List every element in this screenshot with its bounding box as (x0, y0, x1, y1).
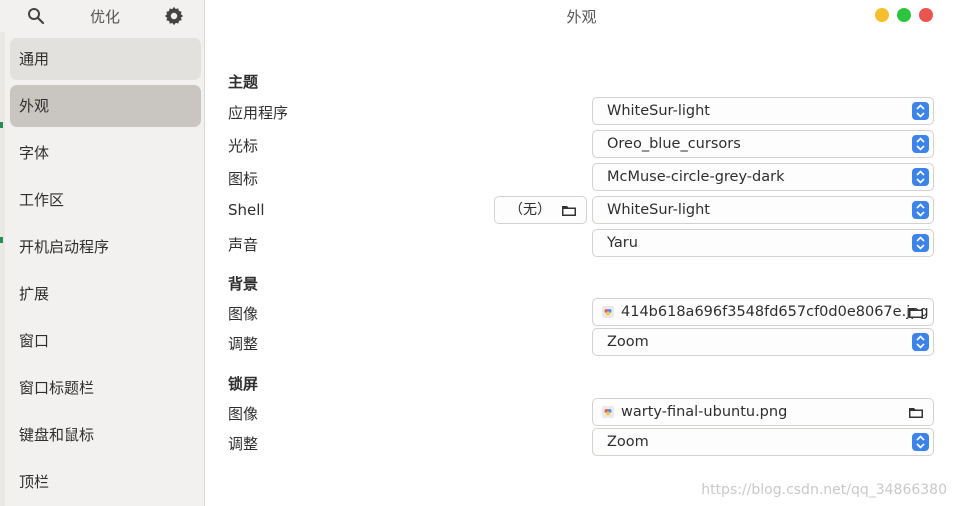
sidebar-item-startup-apps[interactable]: 开机启动程序 (10, 226, 201, 268)
up-down-arrows-icon (912, 168, 929, 186)
up-down-arrows-icon (912, 333, 929, 351)
section-heading-lockscreen: 锁屏 (228, 375, 259, 393)
up-down-arrows-icon (912, 234, 929, 252)
sidebar-item-fonts[interactable]: 字体 (10, 132, 201, 174)
sidebar-item-label: 工作区 (19, 191, 65, 209)
close-button[interactable] (919, 8, 933, 22)
shell-combo[interactable]: WhiteSur-light (592, 196, 934, 224)
background-adjust-combo[interactable]: Zoom (592, 328, 934, 356)
up-down-arrows-icon (912, 135, 929, 153)
background-image-label: 图像 (228, 305, 259, 323)
combo-value: WhiteSur-light (607, 202, 710, 218)
sidebar-item-extensions[interactable]: 扩展 (10, 273, 201, 315)
sidebar-item-workspaces[interactable]: 工作区 (10, 179, 201, 221)
lockscreen-adjust-combo[interactable]: Zoom (592, 428, 934, 456)
sidebar-item-top-bar[interactable]: 顶栏 (10, 461, 201, 503)
sidebar-item-windows[interactable]: 窗口 (10, 320, 201, 362)
section-heading-background: 背景 (228, 275, 259, 293)
applications-label: 应用程序 (228, 104, 289, 122)
sidebar: 优化 通用 外观 字体 工作区 开机启动程序 扩展 窗口 窗口标题栏 键盘和鼠标… (0, 0, 205, 506)
sidebar-item-window-titlebars[interactable]: 窗口标题栏 (10, 367, 201, 409)
icons-label: 图标 (228, 170, 259, 188)
up-down-arrows-icon (912, 201, 929, 219)
lockscreen-adjust-label: 调整 (228, 435, 259, 453)
applications-combo[interactable]: WhiteSur-light (592, 97, 934, 125)
sidebar-title: 优化 (89, 8, 120, 26)
sidebar-item-label: 字体 (19, 144, 50, 162)
section-heading-theme: 主题 (228, 73, 259, 91)
lockscreen-image-chooser[interactable]: warty-final-ubuntu.png (592, 398, 934, 426)
background-image-chooser[interactable]: 414b618a696f3548fd657cf0d0e8067e.jpg (592, 298, 934, 326)
combo-value: Zoom (607, 334, 649, 350)
sound-combo[interactable]: Yaru (592, 229, 934, 257)
combo-value: Zoom (607, 434, 649, 450)
sidebar-item-label: 开机启动程序 (19, 238, 110, 256)
image-file-icon (602, 406, 614, 418)
shell-none-text: （无） (509, 202, 551, 218)
up-down-arrows-icon (912, 102, 929, 120)
lockscreen-image-label: 图像 (228, 405, 259, 423)
combo-value: Oreo_blue_cursors (607, 136, 741, 152)
sidebar-item-label: 窗口标题栏 (19, 379, 95, 397)
file-name: warty-final-ubuntu.png (621, 404, 788, 420)
sidebar-item-keyboard-mouse[interactable]: 键盘和鼠标 (10, 414, 201, 456)
up-down-arrows-icon (912, 433, 929, 451)
file-name: 414b618a696f3548fd657cf0d0e8067e.jpg (621, 304, 929, 320)
gear-icon[interactable] (163, 5, 185, 27)
icons-combo[interactable]: McMuse-circle-grey-dark (592, 163, 934, 191)
sidebar-header: 优化 (0, 0, 205, 32)
watermark: https://blog.csdn.net/qq_34866380 (701, 482, 947, 498)
maximize-button[interactable] (897, 8, 911, 22)
folder-icon (562, 206, 576, 216)
combo-value: Yaru (607, 235, 638, 251)
combo-value: McMuse-circle-grey-dark (607, 169, 785, 185)
shell-label: Shell (228, 201, 265, 219)
image-file-icon (602, 306, 614, 318)
sidebar-item-appearance[interactable]: 外观 (10, 85, 201, 127)
sidebar-item-label: 键盘和鼠标 (19, 426, 95, 444)
folder-icon (909, 308, 923, 318)
cursor-label: 光标 (228, 137, 259, 155)
sidebar-item-label: 外观 (19, 97, 50, 115)
sidebar-item-label: 扩展 (19, 285, 50, 303)
sidebar-item-general[interactable]: 通用 (10, 38, 201, 80)
minimize-button[interactable] (875, 8, 889, 22)
sidebar-item-label: 窗口 (19, 332, 50, 350)
cursor-combo[interactable]: Oreo_blue_cursors (592, 130, 934, 158)
page-title: 外观 (566, 8, 597, 26)
search-icon[interactable] (26, 6, 46, 26)
sidebar-item-label: 通用 (19, 50, 50, 68)
folder-icon (909, 408, 923, 418)
sidebar-item-label: 顶栏 (19, 473, 50, 491)
combo-value: WhiteSur-light (607, 103, 710, 119)
background-adjust-label: 调整 (228, 335, 259, 353)
shell-file-button[interactable]: （无） (494, 196, 587, 224)
sound-label: 声音 (228, 236, 259, 254)
edge-strip (0, 32, 5, 506)
